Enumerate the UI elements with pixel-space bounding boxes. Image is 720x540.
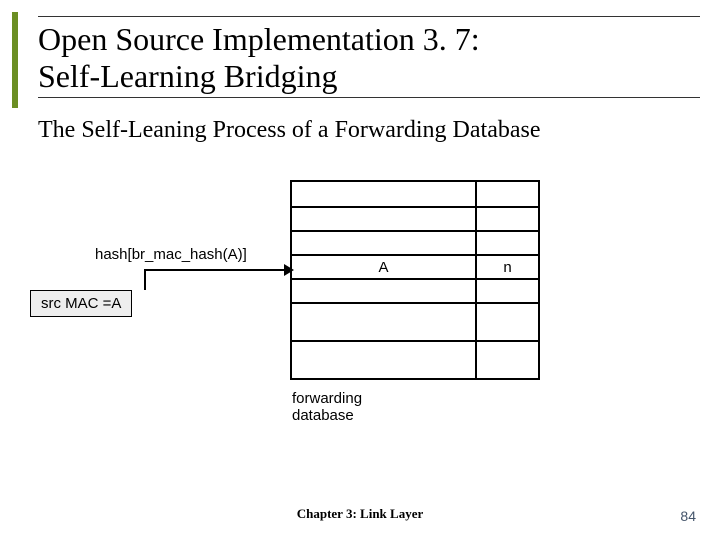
- cell-mac: [292, 326, 477, 340]
- src-mac-box: src MAC =A: [30, 290, 132, 317]
- arrow-line: [144, 269, 290, 271]
- slide-subtitle: The Self-Leaning Process of a Forwarding…: [38, 117, 541, 144]
- cell-port: [477, 182, 538, 206]
- table-row: [292, 302, 538, 326]
- hash-function-label: hash[br_mac_hash(A)]: [95, 246, 247, 263]
- fdb-label-line1: forwarding: [292, 390, 362, 407]
- cell-port: [477, 354, 538, 378]
- cell-port: n: [477, 256, 538, 278]
- table-row: [292, 340, 538, 354]
- page-number: 84: [680, 508, 696, 524]
- title-line-1: Open Source Implementation 3. 7:: [38, 21, 700, 58]
- arrow-tail: [144, 269, 146, 290]
- diagram-area: hash[br_mac_hash(A)] src MAC =A A n: [0, 170, 720, 470]
- cell-port: [477, 208, 538, 230]
- cell-mac: [292, 342, 477, 354]
- fdb-label-line2: database: [292, 407, 362, 424]
- cell-mac: [292, 354, 477, 378]
- chapter-footer: Chapter 3: Link Layer: [0, 506, 720, 522]
- slide-title: Open Source Implementation 3. 7: Self-Le…: [38, 16, 700, 98]
- table-row: [292, 206, 538, 230]
- cell-mac: [292, 208, 477, 230]
- cell-mac: [292, 280, 477, 302]
- table-row: [292, 182, 538, 206]
- table-row: [292, 354, 538, 378]
- table-row: [292, 230, 538, 254]
- cell-mac: A: [292, 256, 477, 278]
- cell-port: [477, 304, 538, 326]
- table-row: [292, 326, 538, 340]
- cell-mac: [292, 182, 477, 206]
- forwarding-table: A n: [290, 180, 540, 380]
- cell-mac: [292, 232, 477, 254]
- table-row-entry: A n: [292, 254, 538, 278]
- table-row: [292, 278, 538, 302]
- cell-port: [477, 342, 538, 354]
- cell-port: [477, 326, 538, 340]
- title-line-2: Self-Learning Bridging: [38, 58, 700, 95]
- cell-mac: [292, 304, 477, 326]
- accent-bar: [12, 12, 18, 108]
- cell-port: [477, 280, 538, 302]
- cell-port: [477, 232, 538, 254]
- forwarding-database-label: forwarding database: [292, 390, 362, 425]
